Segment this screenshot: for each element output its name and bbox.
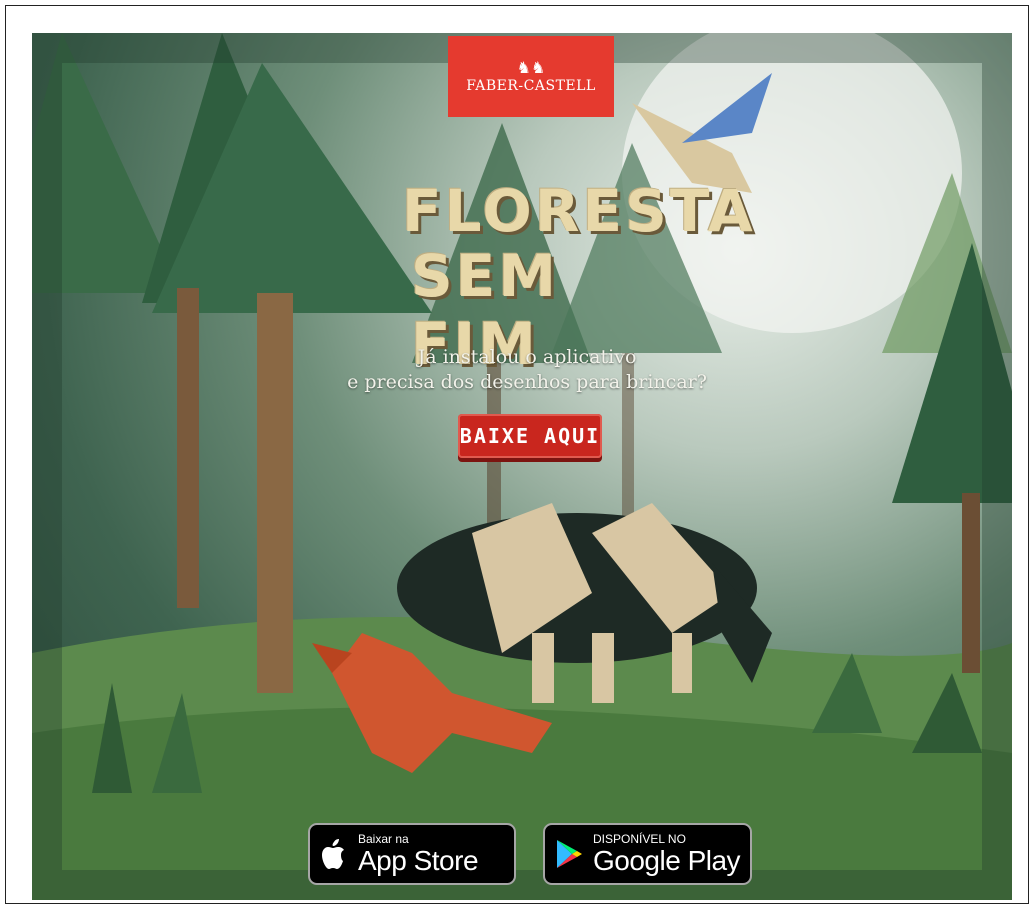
faber-castell-logo[interactable]: ♞♞ FABER-CASTELL bbox=[448, 36, 614, 117]
subtitle: Já instalou o aplicativo e precisa dos d… bbox=[302, 345, 752, 395]
apple-small-text: Baixar na bbox=[358, 832, 409, 846]
google-small-text: DISPONÍVEL NO bbox=[593, 832, 686, 846]
apple-icon bbox=[310, 837, 358, 871]
subtitle-line-2: e precisa dos desenhos para brincar? bbox=[347, 371, 707, 393]
subtitle-line-1: Já instalou o aplicativo bbox=[417, 346, 637, 368]
apple-big-text: App Store bbox=[358, 845, 479, 876]
google-big-text: Google Play bbox=[593, 845, 741, 876]
app-store-badge[interactable]: Baixar na App Store bbox=[308, 823, 516, 885]
forest-banner: ♞♞ FABER-CASTELL FLORESTA SEM FIM Já ins… bbox=[32, 33, 1012, 900]
download-drawings-button[interactable]: BAIXE AQUI bbox=[458, 414, 602, 458]
page-frame: ♞♞ FABER-CASTELL FLORESTA SEM FIM Já ins… bbox=[5, 5, 1029, 904]
google-play-badge[interactable]: DISPONÍVEL NO Google Play bbox=[543, 823, 752, 885]
title-line-1: FLORESTA bbox=[402, 177, 756, 245]
game-title: FLORESTA SEM FIM bbox=[397, 137, 753, 378]
knights-icon: ♞♞ bbox=[516, 57, 546, 77]
google-play-icon bbox=[545, 838, 593, 870]
brand-name: FABER-CASTELL bbox=[466, 77, 596, 94]
